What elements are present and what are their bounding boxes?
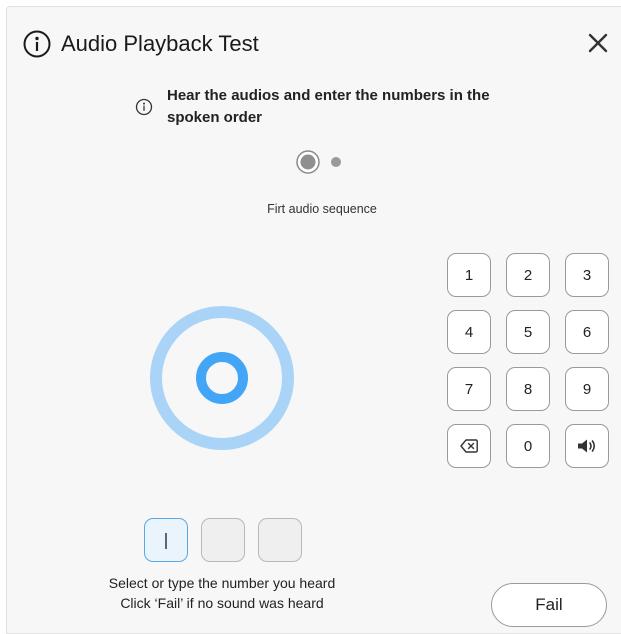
text-caret [165,533,167,549]
sequence-label: Firt audio sequence [267,202,377,216]
key-label: 6 [582,323,592,341]
speaker-icon [578,439,596,453]
key-4-button[interactable]: 4 [447,310,491,354]
key-3-button[interactable]: 3 [565,253,609,297]
answer-slot-1[interactable] [144,518,188,562]
backspace-button[interactable] [447,424,491,468]
answer-slots [144,518,304,562]
key-label: 2 [523,266,533,284]
audio-visualizer [150,306,294,450]
key-label: 0 [523,437,533,455]
audio-playback-test-dialog: Audio Playback Test Hear the audios and … [6,6,621,634]
visualizer-outer-ring [150,306,294,450]
key-5-button[interactable]: 5 [506,310,550,354]
fail-button[interactable]: Fail [491,583,607,627]
key-7-button[interactable]: 7 [447,367,491,411]
key-label: 4 [464,323,474,341]
sequence-dot-current [296,150,320,174]
key-2-button[interactable]: 2 [506,253,550,297]
key-8-button[interactable]: 8 [506,367,550,411]
answer-slot-2[interactable] [201,518,245,562]
info-icon [23,30,51,58]
key-1-button[interactable]: 1 [447,253,491,297]
sequence-indicator [296,150,341,174]
key-label: 3 [582,266,592,284]
key-0-button[interactable]: 0 [506,424,550,468]
hint-line-1: Select or type the number you heard [108,575,336,591]
key-label: 7 [464,380,474,398]
sequence-dot [331,157,341,167]
dialog-header: Audio Playback Test [7,7,621,73]
number-keypad: 1 2 3 4 5 6 7 8 9 0 [447,253,610,468]
key-label: 5 [523,323,533,341]
close-icon [588,33,608,53]
backspace-icon [460,439,478,453]
key-label: 8 [523,380,533,398]
key-6-button[interactable]: 6 [565,310,609,354]
key-9-button[interactable]: 9 [565,367,609,411]
answer-slot-3[interactable] [258,518,302,562]
instruction-text: Hear the audios and enter the numbers in… [167,87,490,126]
close-button[interactable] [585,30,611,56]
visualizer-inner-ring [196,352,248,404]
dialog-title: Audio Playback Test [61,31,259,56]
key-label: 9 [582,380,592,398]
hint-line-2: Click ‘Fail’ if no sound was heard [120,595,324,611]
key-label: 1 [464,266,474,284]
hint-text: Select or type the number you heard Clic… [47,573,397,613]
info-icon [135,98,153,116]
replay-audio-button[interactable] [565,424,609,468]
